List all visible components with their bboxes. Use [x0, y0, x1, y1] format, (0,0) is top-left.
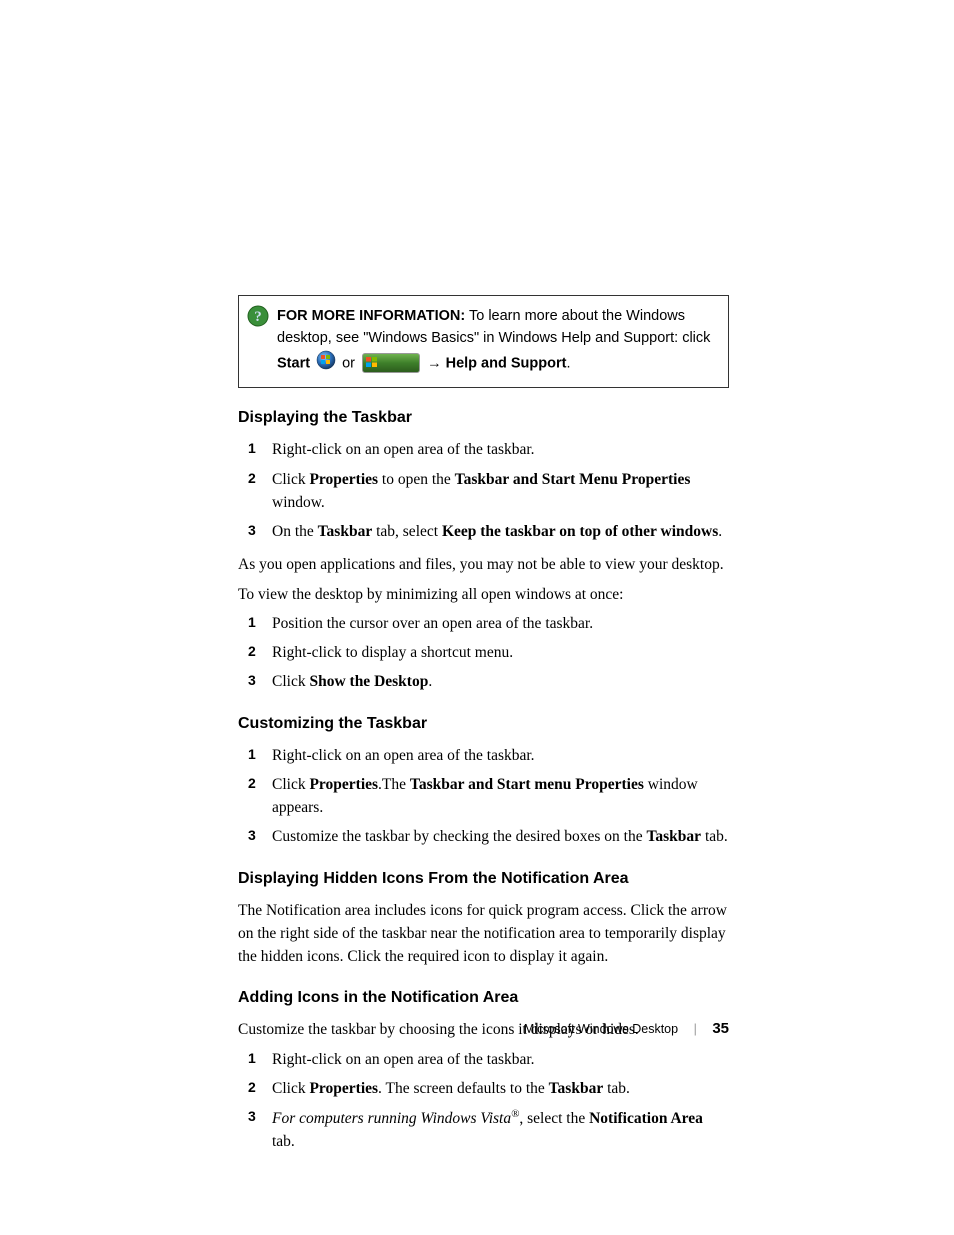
- list-item: 3Customize the taskbar by checking the d…: [238, 825, 729, 848]
- document-page: ? FOR MORE INFORMATION: To learn more ab…: [0, 0, 954, 1235]
- start-orb-icon: [316, 350, 336, 378]
- list-item: 1Right-click on an open area of the task…: [238, 1048, 729, 1071]
- help-support-text: Help and Support: [446, 355, 567, 371]
- list-item: 3On the Taskbar tab, select Keep the tas…: [238, 520, 729, 543]
- arrow-icon: →: [427, 355, 446, 371]
- page-number: 35: [712, 1020, 729, 1037]
- heading-hidden-icons: Displaying Hidden Icons From the Notific…: [238, 867, 729, 891]
- list-item: 1Right-click on an open area of the task…: [238, 438, 729, 461]
- list-item: 2Click Properties.The Taskbar and Start …: [238, 773, 729, 820]
- heading-displaying-taskbar: Displaying the Taskbar: [238, 406, 729, 430]
- body-paragraph: As you open applications and files, you …: [238, 553, 729, 576]
- footer-title: Microsoft Windows Desktop: [524, 1022, 678, 1036]
- help-icon: ?: [247, 305, 269, 335]
- start-button-icon: [362, 353, 420, 373]
- start-text: Start: [277, 355, 310, 371]
- page-footer: Microsoft Windows Desktop | 35: [524, 1018, 729, 1041]
- list-item: 3Click Show the Desktop.: [238, 670, 729, 693]
- list-item: 1Right-click on an open area of the task…: [238, 744, 729, 767]
- list-item: 2Right-click to display a shortcut menu.: [238, 641, 729, 664]
- list-item: 1Position the cursor over an open area o…: [238, 612, 729, 635]
- body-paragraph: To view the desktop by minimizing all op…: [238, 583, 729, 606]
- heading-adding-icons: Adding Icons in the Notification Area: [238, 986, 729, 1010]
- info-box: ? FOR MORE INFORMATION: To learn more ab…: [238, 295, 729, 388]
- info-label: FOR MORE INFORMATION:: [277, 308, 465, 324]
- list-item: 3For computers running Windows Vista®, s…: [238, 1106, 729, 1154]
- list-item: 2Click Properties to open the Taskbar an…: [238, 468, 729, 515]
- body-paragraph: The Notification area includes icons for…: [238, 899, 729, 969]
- list-adding-icons: 1Right-click on an open area of the task…: [238, 1048, 729, 1154]
- heading-customizing-taskbar: Customizing the Taskbar: [238, 712, 729, 736]
- list-displaying-taskbar: 1Right-click on an open area of the task…: [238, 438, 729, 543]
- info-text: FOR MORE INFORMATION: To learn more abou…: [277, 306, 716, 377]
- footer-separator: |: [694, 1020, 697, 1039]
- list-item: 2Click Properties. The screen defaults t…: [238, 1077, 729, 1100]
- svg-text:?: ?: [254, 309, 262, 325]
- list-minimize-windows: 1Position the cursor over an open area o…: [238, 612, 729, 694]
- list-customizing-taskbar: 1Right-click on an open area of the task…: [238, 744, 729, 849]
